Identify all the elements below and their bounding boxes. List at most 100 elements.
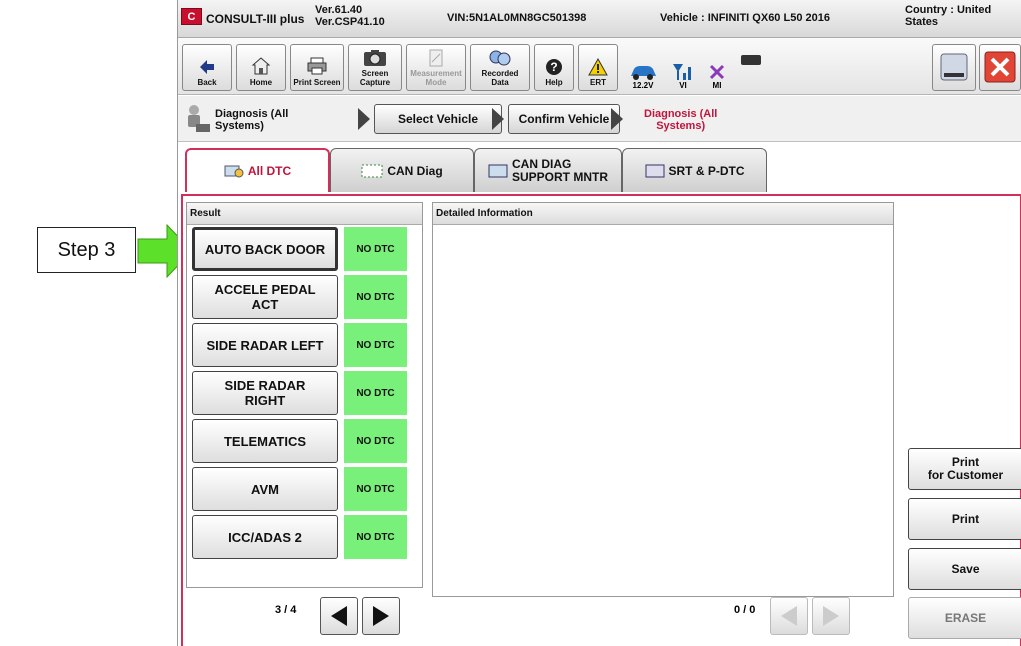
- system-button[interactable]: ICC/ADAS 2: [192, 515, 338, 559]
- recorded-data-button[interactable]: Recorded Data: [470, 44, 530, 91]
- can-diag-icon: [361, 164, 383, 177]
- step-label: Step 3: [57, 238, 116, 261]
- system-button[interactable]: AUTO BACK DOOR: [192, 227, 338, 271]
- tab-all-dtc[interactable]: All DTC: [185, 148, 330, 192]
- system-name-line1: SIDE RADAR LEFT: [206, 337, 324, 353]
- status-indicator-icon: [741, 55, 761, 65]
- screen-capture-button[interactable]: Screen Capture: [348, 44, 402, 91]
- breadcrumb-first[interactable]: Diagnosis (All Systems): [215, 108, 288, 132]
- ert-label: ERT: [590, 78, 606, 87]
- tab-can-diag[interactable]: CAN Diag: [330, 148, 474, 192]
- system-button[interactable]: TELEMATICS: [192, 419, 338, 463]
- version-1: Ver.61.40: [315, 4, 363, 16]
- camera-icon: [364, 50, 386, 66]
- system-button[interactable]: SIDE RADAR RIGHT: [192, 371, 338, 415]
- print-screen-button[interactable]: Print Screen: [290, 44, 344, 91]
- detail-next-button[interactable]: [812, 597, 850, 635]
- arrow-left-icon: [781, 606, 797, 626]
- step-callout: Step 3: [37, 227, 136, 273]
- breadcrumb-current: Diagnosis (All Systems): [644, 108, 717, 132]
- next-page-button[interactable]: [362, 597, 400, 635]
- system-name-line1: ACCELE PEDAL: [214, 282, 316, 297]
- dtc-status-badge: NO DTC: [344, 515, 407, 559]
- car-icon: [631, 66, 656, 80]
- mi-status: MI: [702, 46, 732, 90]
- vehicle-info: Vehicle : INFINITI QX60 L50 2016: [660, 12, 830, 24]
- tab-can-diag-support[interactable]: CAN DIAG SUPPORT MNTR: [474, 148, 622, 192]
- srt-icon: [645, 164, 664, 177]
- system-name-line2: RIGHT: [244, 393, 286, 408]
- country-2: States: [905, 16, 939, 28]
- system-button[interactable]: AVM: [192, 467, 338, 511]
- ert-button[interactable]: ERT: [578, 44, 618, 91]
- print-button[interactable]: Print: [908, 498, 1021, 540]
- system-name: ICC/ADAS 2: [228, 530, 302, 545]
- breadcrumb: Diagnosis (All Systems) Select Vehicle C…: [178, 96, 1021, 142]
- country-1: Country : United: [905, 4, 992, 16]
- detail-panel: Detailed Information: [432, 202, 894, 597]
- tab-bar: All DTC CAN Diag CAN DIAG SUPPORT MNTR SR…: [178, 142, 1021, 194]
- measurement-icon: [429, 49, 443, 67]
- tab-can-diag-support-label: CAN DIAG SUPPORT MNTR: [512, 156, 608, 184]
- home-button[interactable]: Home: [236, 44, 286, 91]
- dtc-status-badge: NO DTC: [344, 371, 407, 415]
- tab-all-dtc-label: All DTC: [247, 164, 292, 178]
- arrow-right-icon: [823, 606, 839, 626]
- dtc-content-area: Result AUTO BACK DOOR NO DTC ACCELE PEDAL A…: [181, 194, 1021, 646]
- back-button[interactable]: Back: [182, 44, 232, 91]
- can-support-icon: [488, 164, 508, 177]
- measurement-label-1: Measurement: [410, 69, 462, 78]
- tab-can-support-line1: CAN DIAG: [512, 156, 572, 171]
- mechanic-icon: [188, 105, 210, 132]
- home-label: Home: [249, 78, 273, 87]
- recorded-label-1: Recorded: [481, 69, 519, 78]
- vi-signal-icon: [673, 64, 691, 80]
- dtc-status-badge: NO DTC: [344, 419, 407, 463]
- system-name: ACCELE PEDAL ACT: [214, 282, 315, 312]
- erase-button[interactable]: ERASE: [908, 597, 1021, 639]
- arrow-right-icon: [373, 606, 389, 626]
- mi-label: MI: [712, 81, 722, 90]
- prev-page-button[interactable]: [320, 597, 358, 635]
- consult-app-window: C CONSULT-III plus Ver.61.40 Ver.CSP41.1…: [177, 0, 1021, 646]
- system-button[interactable]: SIDE RADAR LEFT: [192, 323, 338, 367]
- system-name-line1: TELEMATICS: [223, 433, 307, 449]
- system-name: SIDE RADAR RIGHT: [225, 378, 306, 408]
- back-arrow-icon: [200, 60, 214, 74]
- breadcrumb-arrow-icon: [611, 108, 623, 130]
- system-name: TELEMATICS: [224, 434, 306, 449]
- minimize-button[interactable]: [932, 44, 976, 91]
- system-button[interactable]: ACCELE PEDAL ACT: [192, 275, 338, 319]
- breadcrumb-current-line2: Systems): [656, 120, 706, 132]
- vi-label: VI: [679, 81, 687, 90]
- breadcrumb-current-line1: Diagnosis (All: [644, 108, 718, 120]
- screen-capture-label-2: Capture: [359, 78, 391, 87]
- screen-capture-label-1: Screen: [361, 69, 389, 78]
- detail-header: Detailed Information: [433, 203, 893, 225]
- close-icon: [984, 51, 1016, 82]
- dtc-status-badge: NO DTC: [344, 227, 407, 271]
- version-2: Ver.CSP41.10: [315, 16, 385, 28]
- print-for-customer-button[interactable]: Print for Customer: [908, 448, 1021, 490]
- consult-logo-icon: C: [181, 8, 202, 25]
- dtc-icon: [224, 165, 244, 178]
- dtc-status-badge: NO DTC: [344, 323, 407, 367]
- help-button[interactable]: ? Help: [534, 44, 574, 91]
- arrow-left-icon: [331, 606, 347, 626]
- select-vehicle-button[interactable]: Select Vehicle: [374, 104, 502, 134]
- voltage-label: 12.2V: [632, 81, 654, 90]
- system-name-line1: AUTO BACK DOOR: [204, 241, 326, 257]
- confirm-vehicle-button[interactable]: Confirm Vehicle: [508, 104, 620, 134]
- tab-srt-label: SRT & P-DTC: [668, 163, 745, 178]
- dtc-status-badge: NO DTC: [344, 467, 407, 511]
- system-name-line1: AVM: [251, 481, 279, 497]
- help-label: Help: [545, 78, 563, 87]
- toolbar: Back Home Print Screen Screen Capture Me…: [178, 38, 1021, 95]
- tab-srt-pdtc[interactable]: SRT & P-DTC: [622, 148, 767, 192]
- measurement-mode-button[interactable]: Measurement Mode: [406, 44, 466, 91]
- detail-prev-button[interactable]: [770, 597, 808, 635]
- close-button[interactable]: [979, 44, 1021, 91]
- vin: VIN:5N1AL0MN8GC501398: [447, 12, 587, 24]
- breadcrumb-arrow-icon: [492, 108, 504, 130]
- save-button[interactable]: Save: [908, 548, 1021, 590]
